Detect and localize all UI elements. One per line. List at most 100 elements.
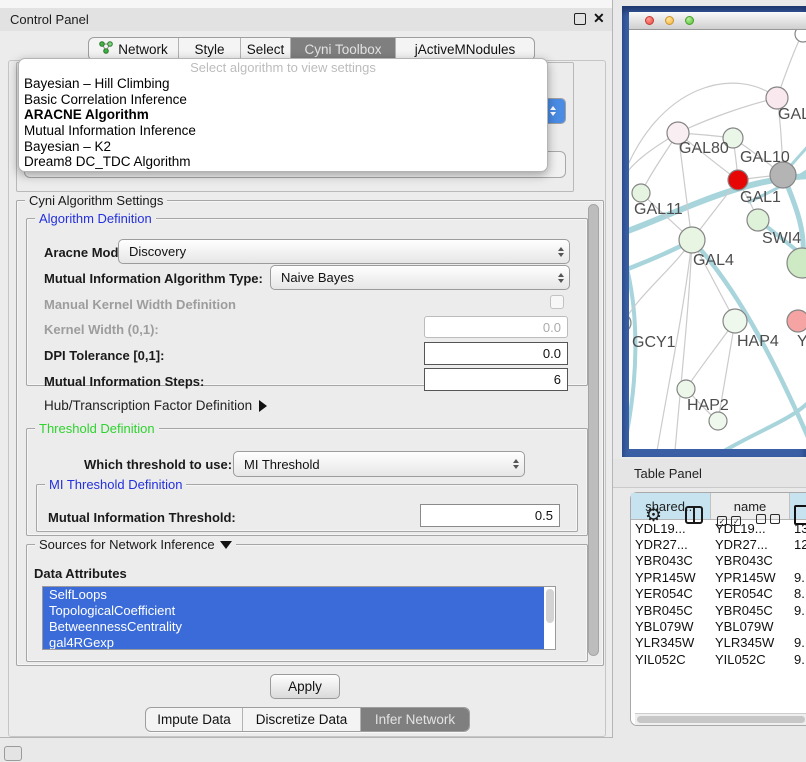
network-node-hap4[interactable]: [723, 309, 747, 333]
network-icon: [99, 41, 113, 57]
network-node[interactable]: [787, 248, 806, 278]
attribute-item[interactable]: SelfLoops: [43, 587, 544, 603]
table-hscrollbar[interactable]: [635, 713, 806, 725]
network-canvas[interactable]: GALGAL80GAL10GAL1GAL11SWI4GAL4GCY1HAP4YH…: [629, 30, 806, 449]
tab-select[interactable]: Select: [241, 38, 291, 60]
table-row[interactable]: YDR27...YDR27...12: [631, 536, 806, 552]
node-label: GAL1: [740, 189, 781, 206]
columns-icon[interactable]: [685, 506, 703, 524]
data-attributes-label: Data Attributes: [34, 566, 127, 581]
algorithm-option[interactable]: Dream8 DC_TDC Algorithm: [19, 154, 547, 170]
apply-button[interactable]: Apply: [270, 674, 340, 699]
sources-title: Sources for Network Inference: [39, 537, 215, 552]
network-window-titlebar[interactable]: [629, 12, 806, 30]
mi-steps-label: Mutual Information Steps:: [44, 374, 204, 389]
bottom-tab-bar: Impute DataDiscretize DataInfer Network: [145, 707, 470, 732]
network-node-y[interactable]: [787, 310, 806, 332]
table-panel-title: Table Panel: [634, 466, 702, 481]
algorithm-option[interactable]: ARACNE Algorithm: [19, 107, 547, 123]
network-node-gcy1[interactable]: [629, 314, 631, 332]
gear-icon[interactable]: ⚙: [645, 504, 662, 527]
table-row[interactable]: YER054CYER054C8.: [631, 586, 806, 602]
hub-definition-toggle[interactable]: Hub/Transcription Factor Definition: [44, 398, 267, 413]
table-cell: YBL079W: [711, 619, 790, 634]
zoom-traffic-light-icon[interactable]: [685, 16, 694, 25]
node-label: GAL10: [740, 149, 790, 166]
mi-threshold-definition-title: MI Threshold Definition: [45, 477, 186, 492]
sources-toggle[interactable]: Sources for Network Inference: [35, 537, 236, 552]
table-row[interactable]: YBL079WYBL079W: [631, 618, 806, 634]
algorithm-option[interactable]: Mutual Information Inference: [19, 123, 547, 139]
network-edge: [629, 240, 692, 323]
tab-network[interactable]: Network: [89, 38, 179, 60]
table-cell: YDR27...: [631, 537, 711, 552]
float-window-icon[interactable]: [574, 13, 586, 25]
table-cell: YER054C: [631, 586, 711, 601]
table-row[interactable]: YBR045CYBR045C9.: [631, 602, 806, 618]
algorithm-option[interactable]: Basic Correlation Inference: [19, 92, 547, 108]
hscroll-thumb[interactable]: [637, 716, 805, 723]
tab-label: Select: [247, 42, 285, 57]
settings-scrollbar[interactable]: [588, 204, 599, 656]
table-cell: YDR27...: [711, 537, 790, 552]
network-node-gal11[interactable]: [632, 184, 650, 202]
network-node-hap2[interactable]: [677, 380, 695, 398]
mi-type-combo[interactable]: Naive Bayes: [270, 265, 570, 290]
close-icon[interactable]: ✕: [593, 10, 605, 27]
minimize-traffic-light-icon[interactable]: [665, 16, 674, 25]
table-row[interactable]: YPR145WYPR145W9.: [631, 569, 806, 585]
tab-impute-data[interactable]: Impute Data: [146, 708, 243, 731]
table-cell: YLR345W: [631, 635, 711, 650]
node-label: HAP4: [737, 333, 779, 350]
tab-style[interactable]: Style: [179, 38, 241, 60]
network-edge: [675, 240, 692, 449]
network-node-gal1[interactable]: [728, 170, 748, 190]
algorithm-dropdown-popup: Select algorithm to view settings Bayesi…: [18, 58, 548, 172]
table-row[interactable]: YLR345WYLR345W9.: [631, 635, 806, 651]
mini-panel-icon[interactable]: [4, 746, 22, 761]
deselect-checks-icon[interactable]: [756, 511, 780, 529]
network-node-swi4[interactable]: [747, 209, 769, 231]
tab-discretize-data[interactable]: Discretize Data: [243, 708, 361, 731]
data-attributes-list[interactable]: SelfLoopsTopologicalCoefficientBetweenne…: [42, 586, 556, 650]
manual-kernel-checkbox[interactable]: [550, 295, 564, 309]
node-label: SWI4: [762, 230, 801, 247]
node-label: GAL4: [693, 252, 734, 269]
which-threshold-combo[interactable]: MI Threshold: [233, 451, 525, 477]
table-cell: YLR345W: [711, 635, 790, 650]
table-row[interactable]: YBR043CYBR043C: [631, 553, 806, 569]
tab-infer-network[interactable]: Infer Network: [361, 708, 469, 731]
threshold-definition-title: Threshold Definition: [35, 421, 159, 436]
aracne-mode-combo[interactable]: Discovery: [118, 239, 570, 264]
attribute-item[interactable]: gal4RGexp: [43, 635, 544, 650]
select-all-checks-icon[interactable]: ✓ ✓: [717, 511, 741, 529]
table-cell: YER054C: [711, 586, 790, 601]
document-icon[interactable]: [794, 505, 806, 525]
mi-threshold-field[interactable]: 0.5: [420, 504, 560, 527]
dpi-tolerance-label: DPI Tolerance [0,1]:: [44, 348, 164, 363]
close-traffic-light-icon[interactable]: [645, 16, 654, 25]
mi-steps-field[interactable]: 6: [424, 368, 568, 391]
table-cell: 9.: [790, 570, 806, 585]
dpi-tolerance-field[interactable]: 0.0: [424, 342, 568, 365]
table-cell: YPR145W: [711, 570, 790, 585]
network-node[interactable]: [795, 30, 806, 42]
algorithm-option[interactable]: Bayesian – K2: [19, 139, 547, 155]
algorithm-option[interactable]: Bayesian – Hill Climbing: [19, 76, 547, 92]
network-node[interactable]: [709, 412, 727, 430]
table-cell: YBR043C: [711, 553, 790, 568]
tab-jactivemnodules[interactable]: jActiveMNodules: [396, 38, 534, 60]
unchecked-box-icon: [756, 514, 766, 524]
list-scrollbar[interactable]: [546, 589, 554, 623]
kernel-width-field[interactable]: 0.0: [424, 316, 568, 338]
expand-arrow-icon: [259, 400, 267, 412]
table-row[interactable]: YIL052CYIL052C9.: [631, 651, 806, 667]
tab-label: jActiveMNodules: [415, 42, 516, 57]
attribute-item[interactable]: TopologicalCoefficient: [43, 603, 544, 619]
manual-kernel-label: Manual Kernel Width Definition: [44, 297, 236, 312]
tab-cyni-toolbox[interactable]: Cyni Toolbox: [291, 38, 396, 60]
network-node-gal4[interactable]: [679, 227, 705, 253]
mi-threshold-label: Mutual Information Threshold:: [48, 510, 236, 525]
control-panel-title: Control Panel: [10, 12, 89, 27]
attribute-item[interactable]: BetweennessCentrality: [43, 619, 544, 635]
